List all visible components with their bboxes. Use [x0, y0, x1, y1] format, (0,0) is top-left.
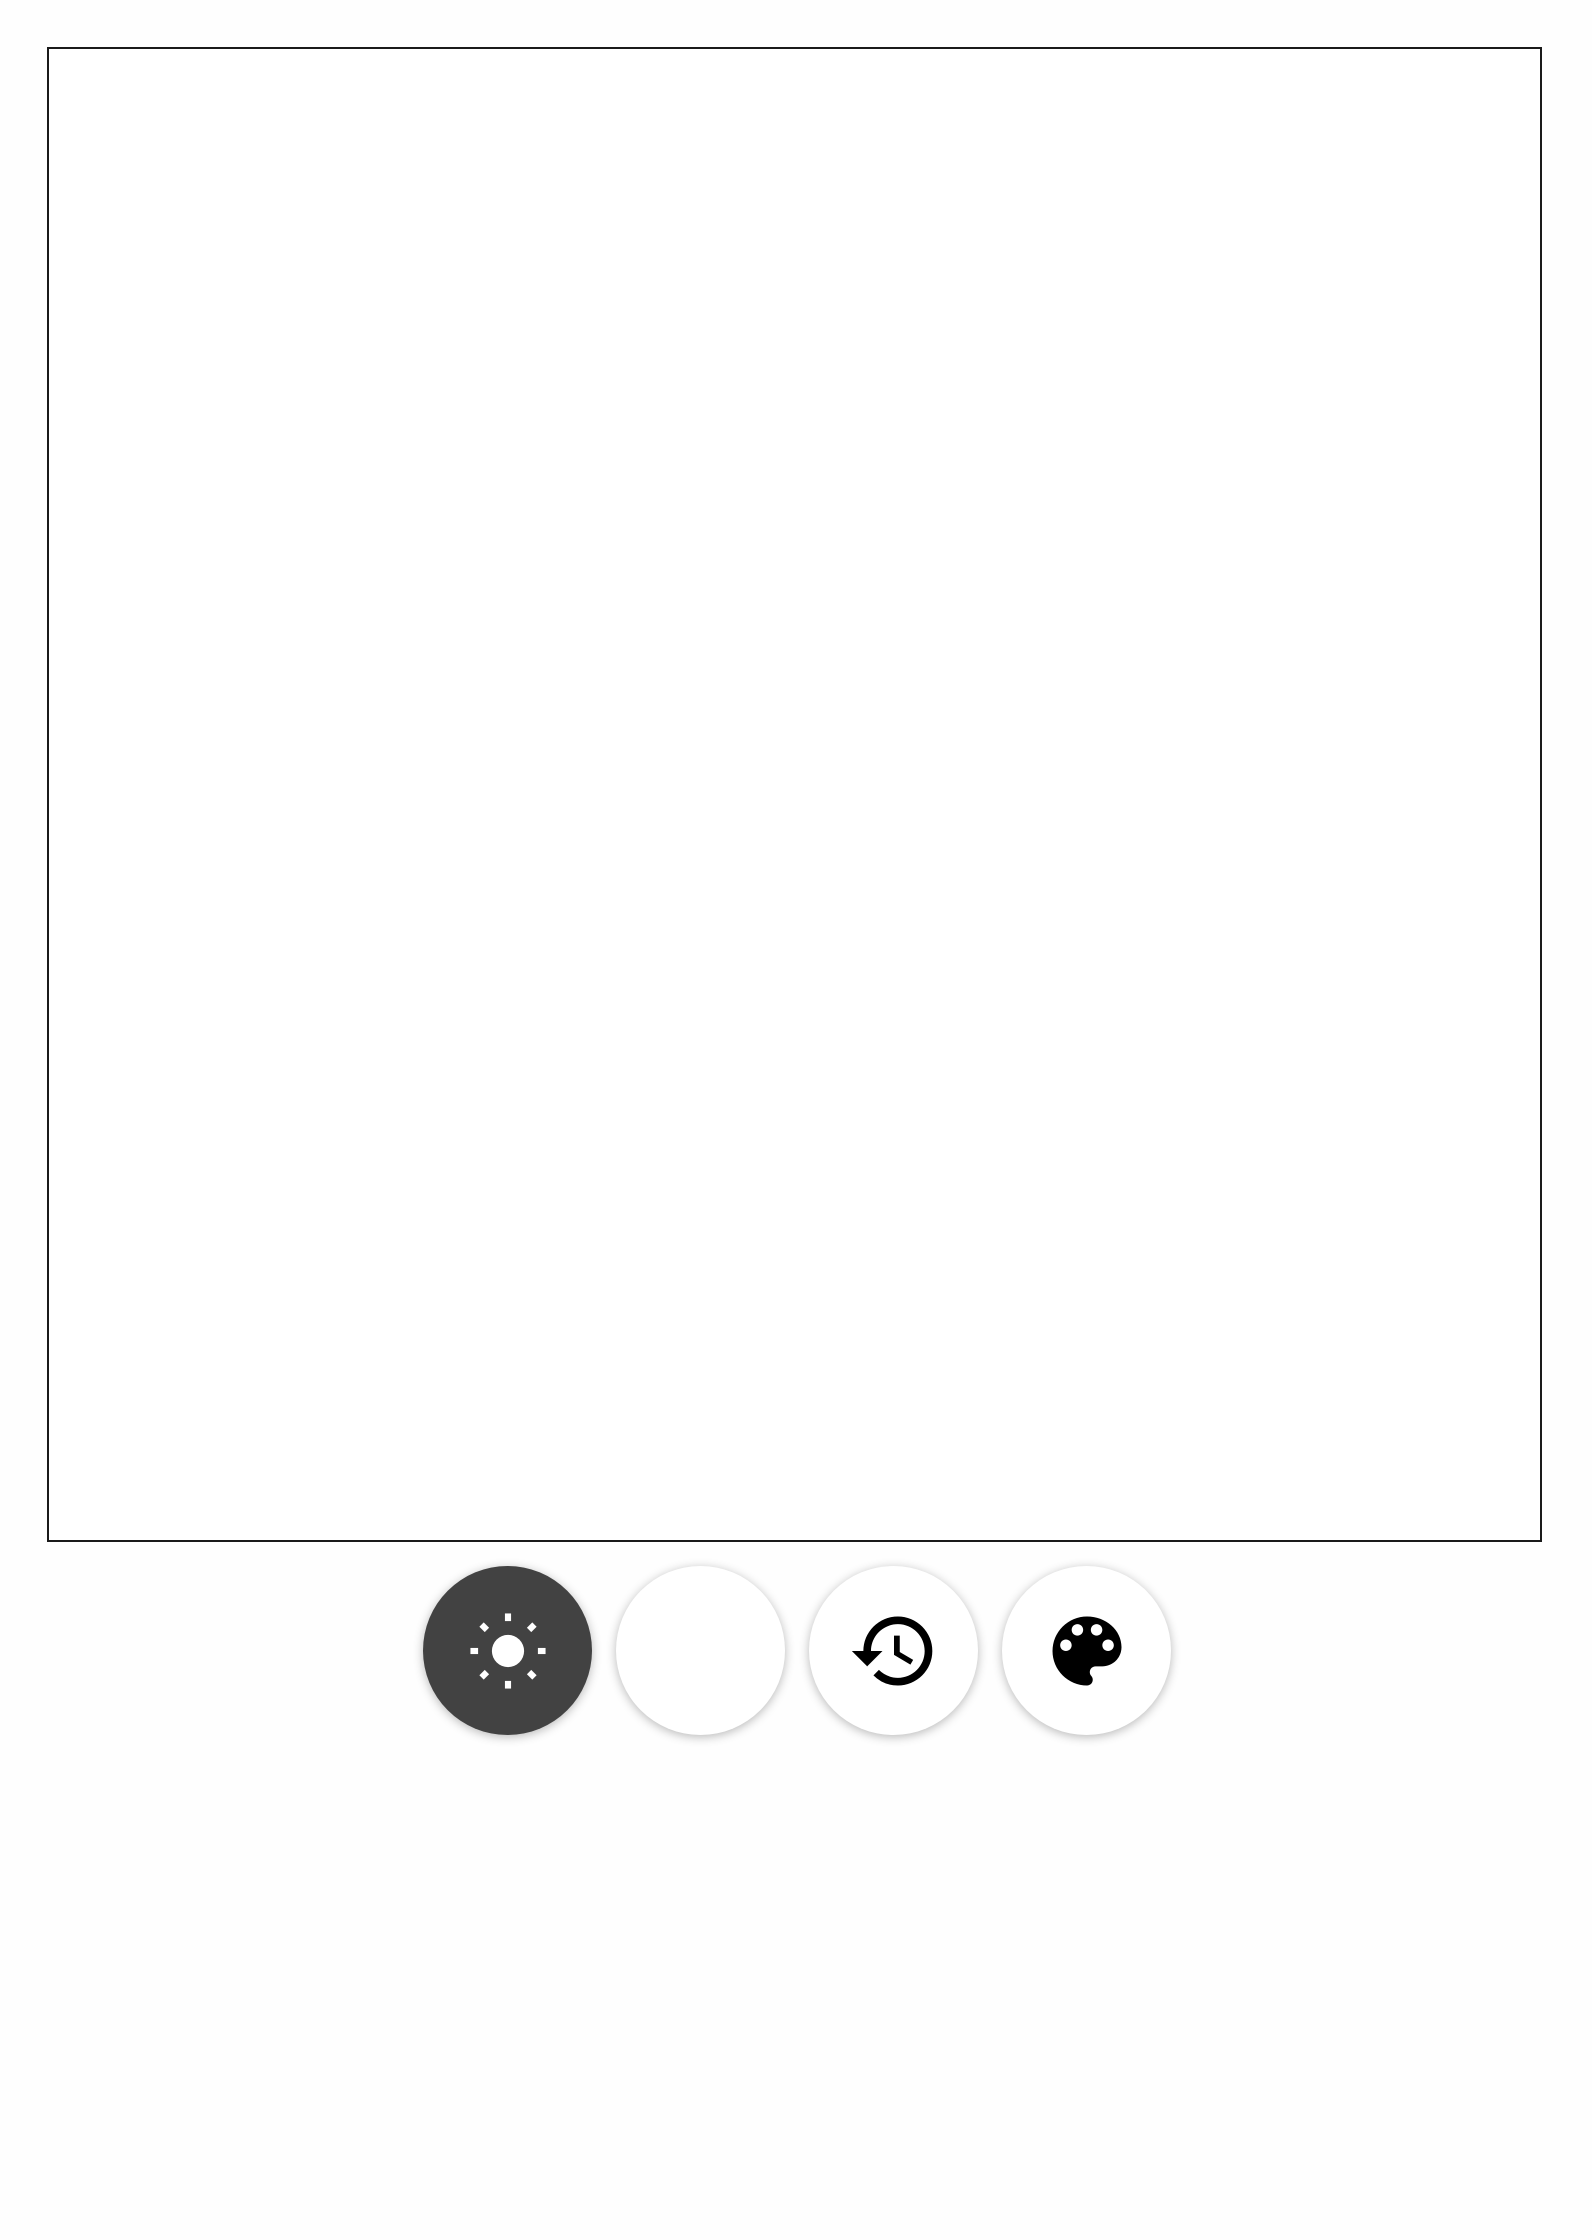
- palette-button[interactable]: [1002, 1566, 1171, 1735]
- drawing-canvas[interactable]: [47, 47, 1542, 1542]
- dark-theme-button[interactable]: [616, 1566, 785, 1735]
- history-button[interactable]: [809, 1566, 978, 1735]
- sun-icon: [462, 1605, 554, 1697]
- light-theme-button[interactable]: [423, 1566, 592, 1735]
- palette-icon: [1041, 1605, 1133, 1697]
- history-icon: [848, 1605, 940, 1697]
- moon-icon: [655, 1605, 747, 1697]
- theme-toolbar: [423, 1566, 1171, 1735]
